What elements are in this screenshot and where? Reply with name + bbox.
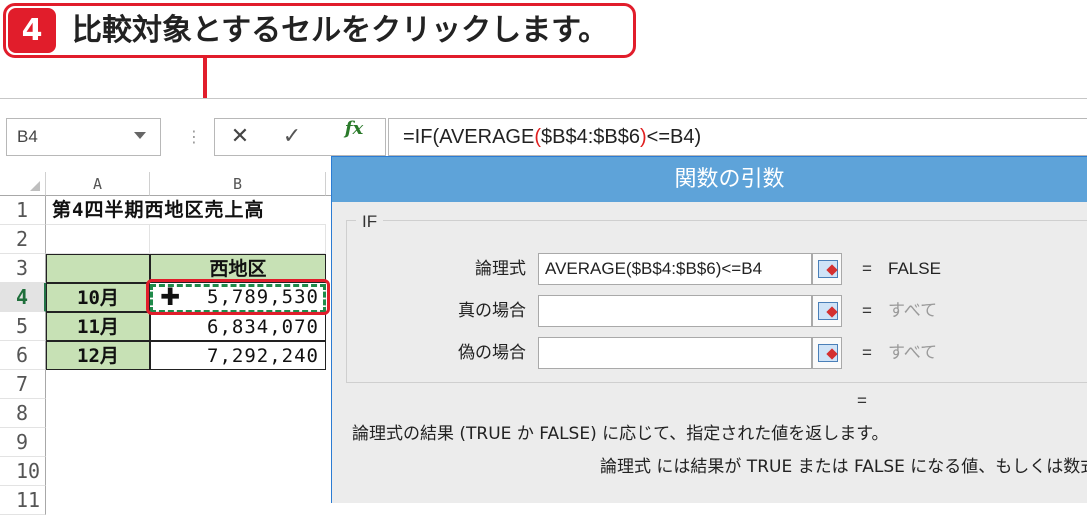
arg-eq-1: = (862, 259, 872, 278)
arg-label-value-if-true: 真の場合 (458, 301, 526, 321)
arg-result-1: FALSE (888, 259, 941, 278)
collapse-dialog-button-3[interactable] (812, 337, 842, 369)
insert-function-icon[interactable]: fx (336, 118, 372, 156)
function-description: 論理式の結果 (TRUE か FALSE) に応じて、指定された値を返します。 (352, 424, 889, 444)
cell-b6[interactable]: 7,292,240 (150, 341, 326, 370)
row-header-3[interactable]: 3 (0, 254, 46, 283)
arg-result-3: すべて (888, 343, 938, 362)
arg-input-logical-test[interactable]: AVERAGE($B$4:$B$6)<=B4 (538, 253, 812, 285)
name-box-dropdown-icon[interactable] (134, 132, 146, 139)
cell-select-cursor-icon: ✚ (160, 283, 181, 311)
arg-label-logical-test: 論理式 (475, 259, 526, 279)
select-all-icon (30, 181, 40, 191)
formula-paren-close: ) (639, 126, 647, 148)
arg-eq-3: = (862, 343, 872, 362)
formula-paren-open: ( (534, 126, 541, 148)
argument-description: 論理式 には結果が TRUE または FALSE になる値、もしくは数式を指定 (600, 457, 1087, 477)
row-header-9[interactable]: 9 (0, 428, 46, 457)
row-header-6[interactable]: 6 (0, 341, 46, 370)
formula-bar-grip-icon[interactable]: ⋮ (186, 122, 202, 152)
cell-a1-title[interactable]: 第4四半期西地区売上高 (46, 196, 326, 225)
formula-result-eq: = (857, 391, 867, 410)
collapse-dialog-button-2[interactable] (812, 295, 842, 327)
formula-input[interactable]: =IF(AVERAGE($B$4:$B$6)<=B4) (388, 118, 1087, 156)
row-header-7[interactable]: 7 (0, 370, 46, 399)
range-select-icon (818, 260, 838, 278)
enter-check-icon[interactable]: ✓ (274, 118, 310, 156)
arg-eq-2: = (862, 301, 872, 320)
arg-input-value-if-true[interactable] (538, 295, 812, 327)
range-marker-icon (826, 264, 838, 276)
row-header-11[interactable]: 11 (0, 486, 46, 515)
dialog-title[interactable]: 関数の引数 (332, 157, 1087, 202)
arg-result-2: すべて (888, 301, 938, 320)
range-marker-icon (826, 348, 838, 360)
range-select-icon (818, 302, 838, 320)
formula-prefix: =IF(AVERAGE (403, 126, 535, 148)
range-marker-icon (826, 306, 838, 318)
cell-b2[interactable] (150, 225, 326, 254)
step-number-badge: 4 (8, 8, 56, 53)
arg-input-value-if-false[interactable] (538, 337, 812, 369)
cell-a5[interactable]: 11月 (46, 312, 150, 341)
instruction-text: 比較対象とするセルをクリックします。 (72, 13, 609, 48)
function-name-label: IF (356, 211, 384, 233)
formula-suffix: <=B4) (646, 126, 702, 148)
arg-label-value-if-false: 偽の場合 (458, 343, 526, 363)
row-header-5[interactable]: 5 (0, 312, 46, 341)
cell-a6[interactable]: 12月 (46, 341, 150, 370)
cell-a2[interactable] (46, 225, 150, 254)
row-header-8[interactable]: 8 (0, 399, 46, 428)
column-header-a[interactable]: A (46, 172, 150, 196)
row-header-4[interactable]: 4 (0, 283, 46, 312)
cell-a4[interactable]: 10月 (46, 283, 150, 312)
row-header-10[interactable]: 10 (0, 457, 46, 486)
row-header-1[interactable]: 1 (0, 196, 46, 225)
column-header-b[interactable]: B (150, 172, 326, 196)
row-header-2[interactable]: 2 (0, 225, 46, 254)
cell-a3[interactable] (46, 254, 150, 283)
formula-range: $B$4:$B$6 (541, 126, 640, 148)
collapse-dialog-button-1[interactable] (812, 253, 842, 285)
cell-b5[interactable]: 6,834,070 (150, 312, 326, 341)
range-select-icon (818, 344, 838, 362)
cancel-icon[interactable]: ✕ (222, 118, 258, 156)
